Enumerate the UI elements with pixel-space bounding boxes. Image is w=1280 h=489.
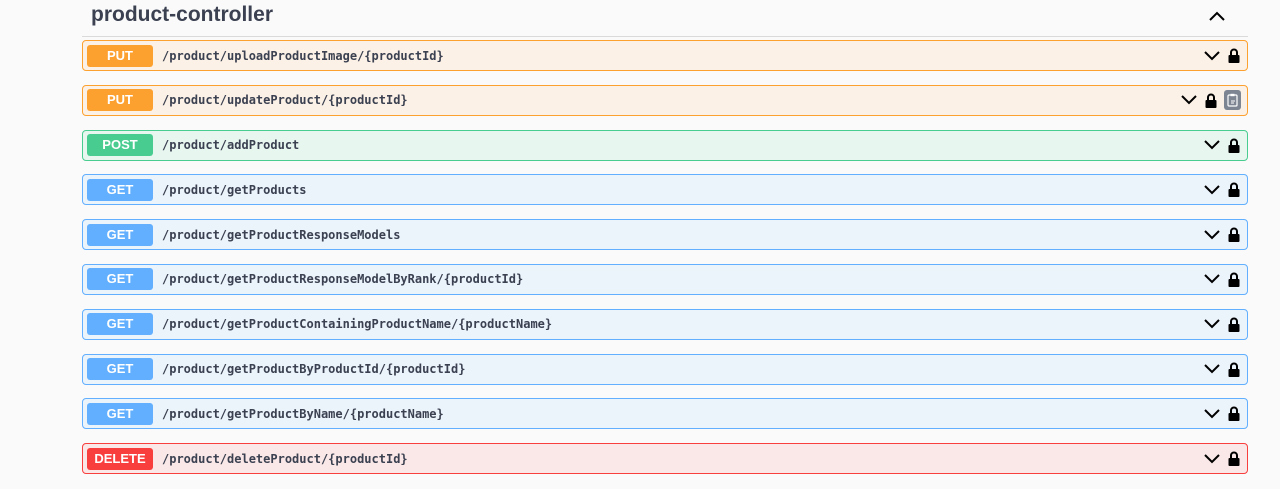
method-badge: POST: [87, 134, 153, 157]
method-badge: PUT: [87, 89, 153, 112]
method-badge: GET: [87, 313, 153, 336]
operation-put-update-product[interactable]: PUT /product/updateProduct/{productId}: [82, 84, 1248, 116]
lock-icon[interactable]: [1227, 361, 1241, 377]
operation-delete-product[interactable]: DELETE /product/deleteProduct/{productId…: [82, 443, 1248, 475]
operation-path[interactable]: /product/getProductByProductId/{productI…: [162, 362, 465, 376]
operation-post-add-product[interactable]: POST /product/addProduct: [82, 129, 1248, 161]
operation-path[interactable]: /product/updateProduct/{productId}: [162, 93, 408, 107]
lock-icon[interactable]: [1227, 182, 1241, 198]
lock-icon[interactable]: [1227, 137, 1241, 153]
operation-get-product-containing-product-name[interactable]: GET /product/getProductContainingProduct…: [82, 308, 1248, 340]
section-header[interactable]: product-controller: [82, 0, 1248, 37]
method-badge: GET: [87, 402, 153, 425]
method-badge: GET: [87, 358, 153, 381]
operation-path[interactable]: /product/deleteProduct/{productId}: [162, 452, 408, 466]
operation-get-product-by-product-id[interactable]: GET /product/getProductByProductId/{prod…: [82, 353, 1248, 385]
chevron-down-icon[interactable]: [1203, 226, 1221, 244]
operation-path[interactable]: /product/getProductContainingProductName…: [162, 317, 552, 331]
method-badge: GET: [87, 268, 153, 291]
chevron-down-icon[interactable]: [1203, 47, 1221, 65]
method-badge: GET: [87, 223, 153, 246]
copy-to-clipboard-icon[interactable]: [1224, 90, 1241, 111]
lock-icon[interactable]: [1227, 406, 1241, 422]
operation-path[interactable]: /product/addProduct: [162, 138, 299, 152]
operation-path[interactable]: /product/getProducts: [162, 183, 307, 197]
method-badge: GET: [87, 178, 153, 201]
operation-put-upload-product-image[interactable]: PUT /product/uploadProductImage/{product…: [82, 40, 1248, 71]
section-title: product-controller: [91, 3, 273, 26]
lock-icon[interactable]: [1227, 48, 1241, 64]
operation-path[interactable]: /product/getProductResponseModelByRank/{…: [162, 272, 523, 286]
lock-icon[interactable]: [1227, 316, 1241, 332]
operation-get-product-response-models[interactable]: GET /product/getProductResponseModels: [82, 219, 1248, 251]
chevron-up-icon[interactable]: [1206, 6, 1228, 26]
operation-get-products[interactable]: GET /product/getProducts: [82, 174, 1248, 206]
lock-icon[interactable]: [1204, 92, 1218, 108]
chevron-down-icon[interactable]: [1203, 405, 1221, 423]
operation-get-product-by-name[interactable]: GET /product/getProductByName/{productNa…: [82, 398, 1248, 430]
operation-path[interactable]: /product/getProductByName/{productName}: [162, 407, 444, 421]
operation-path[interactable]: /product/uploadProductImage/{productId}: [162, 49, 444, 63]
operation-get-product-response-model-by-rank[interactable]: GET /product/getProductResponseModelByRa…: [82, 263, 1248, 295]
chevron-down-icon[interactable]: [1203, 315, 1221, 333]
lock-icon[interactable]: [1227, 271, 1241, 287]
chevron-down-icon[interactable]: [1203, 270, 1221, 288]
chevron-down-icon[interactable]: [1203, 136, 1221, 154]
product-controller-section: product-controller PUT /product/uploadPr…: [82, 0, 1248, 488]
chevron-down-icon[interactable]: [1203, 360, 1221, 378]
operation-path[interactable]: /product/getProductResponseModels: [162, 228, 400, 242]
chevron-down-icon[interactable]: [1203, 181, 1221, 199]
method-badge: PUT: [87, 44, 153, 67]
lock-icon[interactable]: [1227, 227, 1241, 243]
lock-icon[interactable]: [1227, 451, 1241, 467]
method-badge: DELETE: [87, 447, 153, 470]
chevron-down-icon[interactable]: [1180, 91, 1198, 109]
chevron-down-icon[interactable]: [1203, 450, 1221, 468]
